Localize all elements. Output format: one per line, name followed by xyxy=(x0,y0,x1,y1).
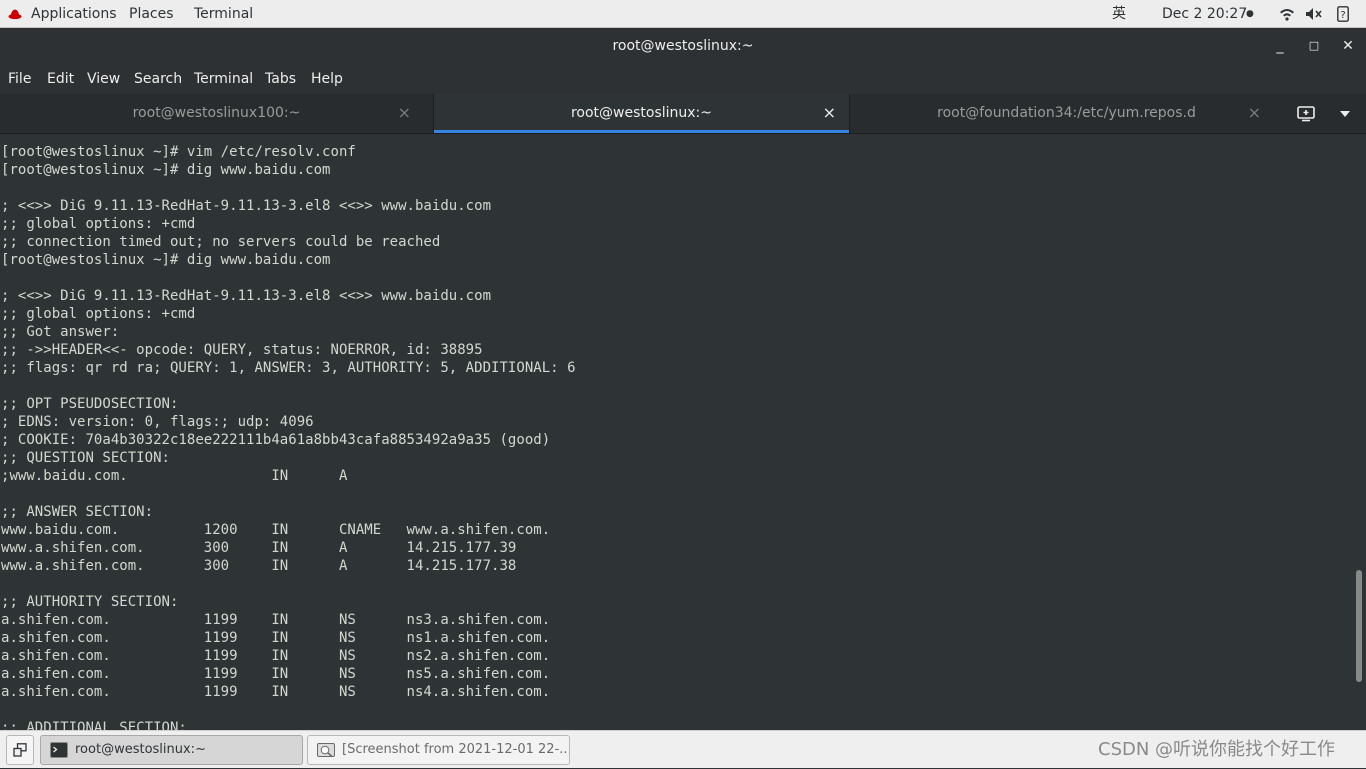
terminal-line: ;; ANSWER SECTION: xyxy=(1,504,154,520)
terminal-line: ;; connection timed out; no servers coul… xyxy=(1,234,441,250)
tab-menu-chevron-down-icon[interactable] xyxy=(1340,111,1350,117)
terminal-line: ;; global options: +cmd xyxy=(1,306,196,322)
terminal-line: a.shifen.com. 1199 IN NS ns5.a.shifen.co… xyxy=(1,666,551,682)
input-method-indicator[interactable]: 英 xyxy=(1112,0,1126,28)
tab-label: root@westoslinux:~ xyxy=(570,105,713,121)
terminal-line: ;www.baidu.com. IN A xyxy=(1,468,348,484)
terminal-line: www.a.shifen.com. 300 IN A 14.215.177.38 xyxy=(1,558,517,574)
show-desktop-button[interactable] xyxy=(6,735,34,765)
terminal-line: a.shifen.com. 1199 IN NS ns1.a.shifen.co… xyxy=(1,630,551,646)
applications-menu[interactable]: Applications xyxy=(31,0,117,28)
terminal-line: ; <<>> DiG 9.11.13-RedHat-9.11.13-3.el8 … xyxy=(1,198,492,214)
taskbar-item-label: root@westoslinux:~ xyxy=(75,742,206,757)
maximize-icon: □ xyxy=(1308,39,1320,52)
terminal-line: ;; Got answer: xyxy=(1,324,120,340)
terminal-line: ;; ADDITIONAL SECTION: xyxy=(1,720,187,730)
terminal-line: ;; ->>HEADER<<- opcode: QUERY, status: N… xyxy=(1,342,483,358)
terminal-line: ;; QUESTION SECTION: xyxy=(1,450,170,466)
menu-view[interactable]: View xyxy=(87,64,120,94)
terminal-line: ;; flags: qr rd ra; QUERY: 1, ANSWER: 3,… xyxy=(1,360,576,376)
minimize-button[interactable]: _ xyxy=(1263,28,1297,64)
scrollbar-thumb[interactable] xyxy=(1356,570,1362,682)
svg-text:?: ? xyxy=(1340,10,1345,21)
tab-westoslinux[interactable]: root@westoslinux:~ × xyxy=(434,94,849,133)
close-button[interactable]: ✕ xyxy=(1331,28,1365,64)
terminal-line: a.shifen.com. 1199 IN NS ns4.a.shifen.co… xyxy=(1,684,551,700)
csdn-watermark: CSDN @听说你能找个好工作 xyxy=(1098,739,1336,760)
terminal-line: ;; OPT PSEUDOSECTION: xyxy=(1,396,179,412)
tab-close-icon[interactable]: × xyxy=(1248,94,1261,133)
window-title-bar[interactable]: root@westoslinux:~ _ □ ✕ xyxy=(0,28,1366,64)
menu-terminal[interactable]: Terminal xyxy=(194,64,253,94)
terminal-output[interactable]: [root@westoslinux ~]# vim /etc/resolv.co… xyxy=(0,134,1354,730)
terminal-line: [root@westoslinux ~]# dig www.baidu.com xyxy=(1,162,331,178)
menu-bar: File Edit View Search Terminal Tabs Help xyxy=(0,64,1366,94)
terminal-line: ; <<>> DiG 9.11.13-RedHat-9.11.13-3.el8 … xyxy=(1,288,492,304)
menu-help[interactable]: Help xyxy=(311,64,343,94)
tab-close-icon[interactable]: × xyxy=(823,94,836,133)
places-menu[interactable]: Places xyxy=(129,0,174,28)
tab-bar: root@westoslinux100:~ × root@westoslinux… xyxy=(0,94,1366,134)
menu-file[interactable]: File xyxy=(8,64,31,94)
terminal-line: www.baidu.com. 1200 IN CNAME www.a.shife… xyxy=(1,522,551,538)
tab-label: root@westoslinux100:~ xyxy=(132,105,301,121)
terminal-line: ; EDNS: version: 0, flags:; udp: 4096 xyxy=(1,414,314,430)
terminal-icon xyxy=(50,742,68,758)
terminal-line: [root@westoslinux ~]# dig www.baidu.com xyxy=(1,252,331,268)
clock[interactable]: Dec 2 20:27 xyxy=(1162,0,1247,28)
terminal-line: ;; AUTHORITY SECTION: xyxy=(1,594,179,610)
terminal-line: ; COOKIE: 70a4b30322c18ee222111b4a61a8bb… xyxy=(1,432,551,448)
close-icon: ✕ xyxy=(1342,38,1354,54)
volume-icon[interactable] xyxy=(1305,7,1323,21)
menu-edit[interactable]: Edit xyxy=(47,64,74,94)
redhat-icon[interactable] xyxy=(8,7,22,21)
terminal-line: a.shifen.com. 1199 IN NS ns3.a.shifen.co… xyxy=(1,612,551,628)
terminal-line: a.shifen.com. 1199 IN NS ns2.a.shifen.co… xyxy=(1,648,551,664)
terminal-line: www.a.shifen.com. 300 IN A 14.215.177.39 xyxy=(1,540,517,556)
maximize-button[interactable]: □ xyxy=(1297,28,1331,64)
menu-tabs[interactable]: Tabs xyxy=(265,64,296,94)
terminal-line: [root@westoslinux ~]# vim /etc/resolv.co… xyxy=(1,144,356,160)
tab-westoslinux100[interactable]: root@westoslinux100:~ × xyxy=(0,94,433,133)
new-tab-icon[interactable] xyxy=(1297,106,1315,122)
menu-search[interactable]: Search xyxy=(134,64,182,94)
terminal-lines: [root@westoslinux ~]# vim /etc/resolv.co… xyxy=(1,143,576,730)
notification-dot-icon: ● xyxy=(1246,9,1254,19)
tab-foundation34[interactable]: root@foundation34:/etc/yum.repos.d × xyxy=(850,94,1283,133)
taskbar-item-screenshot[interactable]: [Screenshot from 2021-12-01 22-... xyxy=(307,735,570,765)
power-icon[interactable]: ? xyxy=(1337,6,1349,22)
minimize-icon: _ xyxy=(1276,38,1284,54)
show-desktop-icon xyxy=(13,743,27,757)
wifi-icon[interactable] xyxy=(1279,7,1295,21)
taskbar-item-terminal[interactable]: root@westoslinux:~ xyxy=(40,735,303,765)
terminal-line: ;; global options: +cmd xyxy=(1,216,196,232)
taskbar: root@westoslinux:~ [Screenshot from 2021… xyxy=(0,730,1366,768)
terminal-app-menu[interactable]: Terminal xyxy=(194,0,253,28)
top-panel: Applications Places Terminal 英 Dec 2 20:… xyxy=(0,0,1366,28)
tab-close-icon[interactable]: × xyxy=(398,94,411,133)
terminal-scrollbar[interactable] xyxy=(1354,134,1366,730)
taskbar-item-label: [Screenshot from 2021-12-01 22-... xyxy=(342,742,570,757)
tab-label: root@foundation34:/etc/yum.repos.d xyxy=(937,105,1196,121)
image-viewer-icon xyxy=(317,743,335,758)
window-title: root@westoslinux:~ xyxy=(612,38,754,54)
